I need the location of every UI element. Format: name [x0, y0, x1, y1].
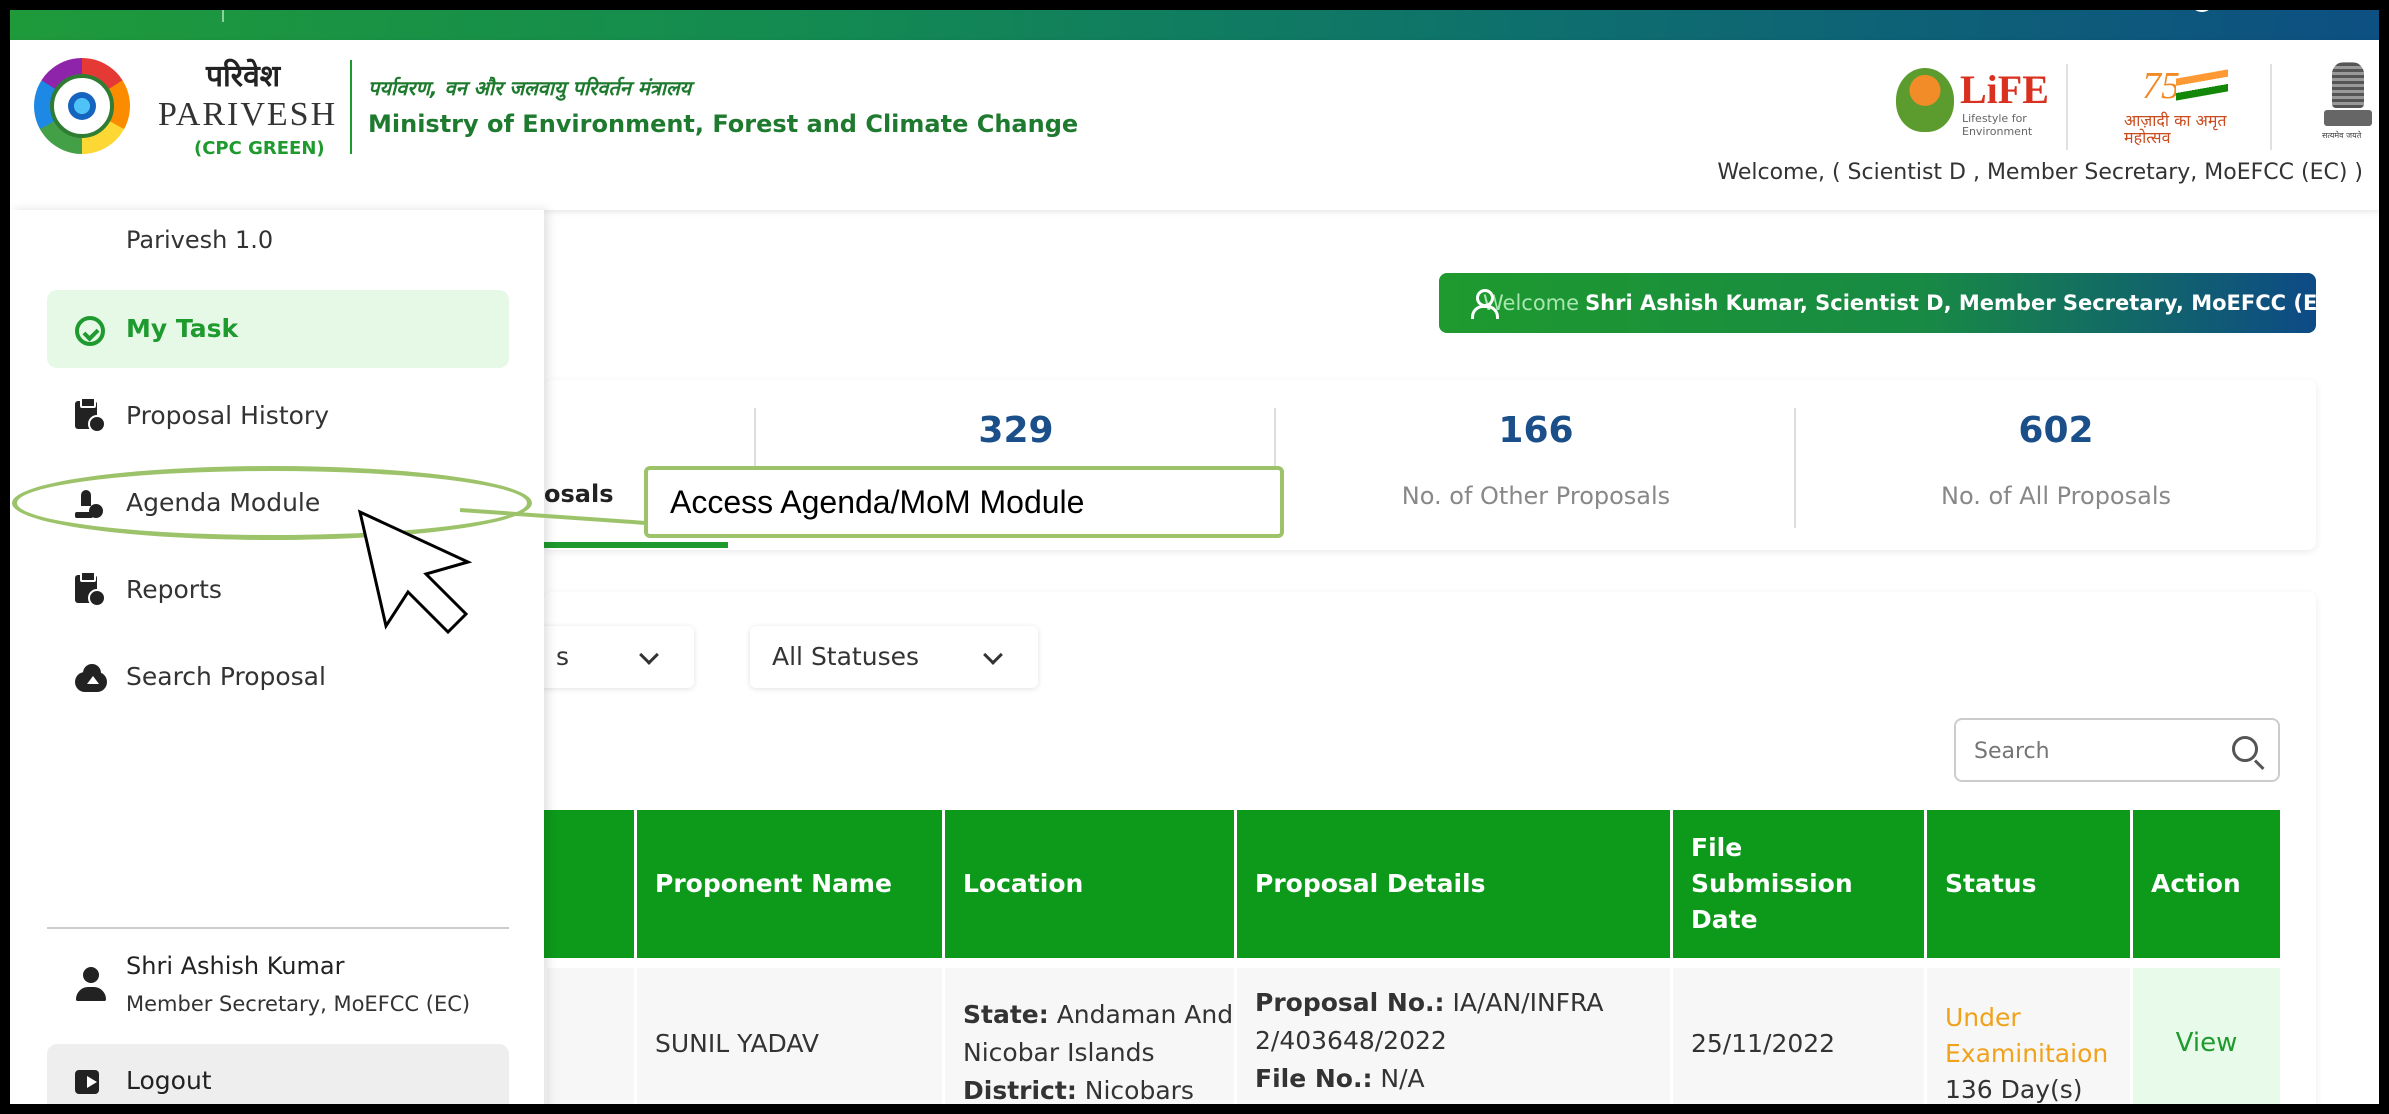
district-label: District: — [963, 1076, 1077, 1105]
column-header-proposal-details[interactable]: Proposal Details — [1234, 810, 1670, 958]
column-header — [544, 810, 634, 958]
top-stripe-tick — [222, 8, 224, 22]
sidebar-item-my-task[interactable]: My Task — [47, 290, 509, 368]
emblem-base — [2324, 110, 2372, 126]
file-no-label: File No.: — [1255, 1064, 1373, 1093]
table-header-row: Proponent Name Location Proposal Details… — [544, 810, 2280, 958]
mouse-pointer-icon — [357, 509, 473, 635]
cell-location: State: Andaman And Nicobar Islands Distr… — [942, 968, 1234, 1114]
column-header-submission-date[interactable]: File Submission Date — [1670, 810, 1924, 958]
view-label: View — [2175, 1028, 2238, 1058]
status-days: 136 Day(s) — [1945, 1075, 2083, 1104]
stat-value: 166 — [1498, 410, 1574, 451]
flag-icon — [2176, 69, 2228, 101]
header-divider — [350, 60, 352, 154]
column-header-location[interactable]: Location — [942, 810, 1234, 958]
search-field[interactable] — [1954, 718, 2280, 782]
file-no-value: N/A — [1380, 1064, 1425, 1093]
logo-separator — [2270, 64, 2272, 150]
cloud-upload-icon — [75, 664, 107, 692]
cell-proposal-details: Proposal No.: IA/AN/INFRA 2/403648/2022 … — [1234, 968, 1670, 1114]
welcome-name: Shri Ashish Kumar, Scientist D, Member S… — [1585, 291, 2343, 315]
cell-status: Under Examinitaion 136 Day(s) — [1924, 968, 2130, 1114]
azadi-text: आज़ादी का अमृत महोत्सव — [2124, 111, 2227, 147]
proposals-table-card: s All Statuses Proponent Name Location P… — [534, 592, 2316, 1114]
search-input[interactable] — [1974, 736, 2214, 766]
sidebar-user-name: Shri Ashish Kumar — [126, 952, 345, 980]
logo-inner-ring — [50, 74, 114, 138]
search-icon[interactable] — [2232, 736, 2258, 762]
logo-separator — [2066, 64, 2068, 150]
sidebar-item-search-proposal[interactable]: Search Proposal — [47, 638, 509, 716]
filter-value: All Statuses — [772, 642, 920, 671]
gauge-check-icon — [75, 316, 105, 346]
globe-icon — [68, 92, 96, 120]
sidebar-user-role: Member Secretary, MoEFCC (EC) — [126, 992, 471, 1016]
proposal-no-label: Proposal No.: — [1255, 988, 1445, 1017]
view-action-button[interactable]: View — [2130, 968, 2280, 1114]
clipboard-clock-icon — [75, 571, 106, 607]
sidebar-divider — [47, 927, 509, 929]
sidebar-item-label: My Task — [126, 314, 239, 343]
cell-submission-date: 25/11/2022 — [1670, 968, 1924, 1114]
stat-item-all-proposals[interactable]: 602 No. of All Proposals — [1796, 380, 2316, 550]
sidebar-item-label: Reports — [126, 575, 222, 604]
life-logo-text: LiFE — [1960, 67, 2049, 112]
category-filter-dropdown[interactable]: s — [534, 626, 694, 688]
sidebar: Parivesh 1.0 My Task Proposal History Ag… — [10, 210, 544, 1114]
submission-date: 25/11/2022 — [1691, 1028, 1836, 1058]
table-cell — [544, 968, 634, 1114]
ministry-english: Ministry of Environment, Forest and Clim… — [368, 110, 1079, 138]
cell-proponent: SUNIL YADAV — [634, 968, 942, 1114]
site-header: परिवेश PARIVESH (CPC GREEN) पर्यावरण, वन… — [10, 40, 2379, 210]
chevron-down-icon — [639, 645, 659, 665]
column-header-proponent[interactable]: Proponent Name — [634, 810, 942, 958]
azadi-logo: 75 आज़ादी का अमृत महोत्सव — [2118, 64, 2238, 147]
column-header-status[interactable]: Status — [1924, 810, 2130, 958]
logout-label: Logout — [126, 1066, 212, 1095]
logout-button[interactable]: Logout — [47, 1044, 509, 1114]
sidebar-version[interactable]: Parivesh 1.0 — [126, 226, 273, 254]
proponent-name: SUNIL YADAV — [655, 1028, 819, 1058]
district-value: Nicobars — [1084, 1076, 1194, 1105]
clipboard-clock-icon — [75, 397, 106, 433]
sidebar-item-label: Proposal History — [126, 401, 330, 430]
stat-value: 329 — [978, 410, 1054, 451]
life-tagline: Lifestyle for Environment — [1962, 112, 2033, 138]
welcome-banner: Welcome Shri Ashish Kumar, Scientist D, … — [1439, 273, 2342, 333]
brand-hindi: परिवेश — [206, 59, 281, 94]
top-stripe-circle-icon — [2190, 0, 2214, 12]
sidebar-item-proposal-history[interactable]: Proposal History — [47, 377, 509, 455]
filter-value: s — [556, 642, 570, 671]
brand-subtitle: (CPC GREEN) — [194, 138, 325, 159]
emblem-lions — [2332, 62, 2364, 108]
logout-icon — [75, 1070, 99, 1094]
active-tab-underline — [544, 542, 728, 548]
user-icon — [76, 967, 106, 1003]
parivesh-logo-icon[interactable] — [34, 58, 130, 154]
state-label: State: — [963, 1000, 1049, 1029]
table-row: SUNIL YADAV State: Andaman And Nicobar I… — [544, 968, 2280, 1114]
sidebar-item-label: Search Proposal — [126, 662, 326, 691]
top-stripe — [0, 0, 2389, 40]
leaf-icon — [1896, 68, 1954, 132]
status-text: Under Examinitaion — [1945, 1003, 2109, 1068]
header-welcome-role: Welcome, ( Scientist D , Member Secretar… — [1717, 160, 2363, 185]
status-filter-dropdown[interactable]: All Statuses — [750, 626, 1038, 688]
chevron-down-icon — [983, 645, 1003, 665]
emblem-text: सत्यमेव जयते — [2322, 131, 2362, 140]
stat-label: No. of Other Proposals — [1401, 482, 1671, 510]
azadi-number: 75 — [2142, 65, 2180, 107]
ministry-hindi: पर्यावरण, वन और जलवायु परिवर्तन मंत्रालय — [368, 76, 692, 100]
brand-name: PARIVESH — [158, 96, 338, 133]
column-header-action[interactable]: Action — [2130, 810, 2280, 958]
stat-item-other-proposals[interactable]: 166 No. of Other Proposals — [1276, 380, 1796, 550]
annotation-callout: Access Agenda/MoM Module — [644, 466, 1284, 538]
national-emblem-icon: सत्यमेव जयते — [2320, 62, 2376, 146]
life-logo: LiFE Lifestyle for Environment — [1886, 64, 2049, 144]
stat-label: No. of All Proposals — [1941, 482, 2171, 510]
stat-value: 602 — [2018, 410, 2094, 451]
